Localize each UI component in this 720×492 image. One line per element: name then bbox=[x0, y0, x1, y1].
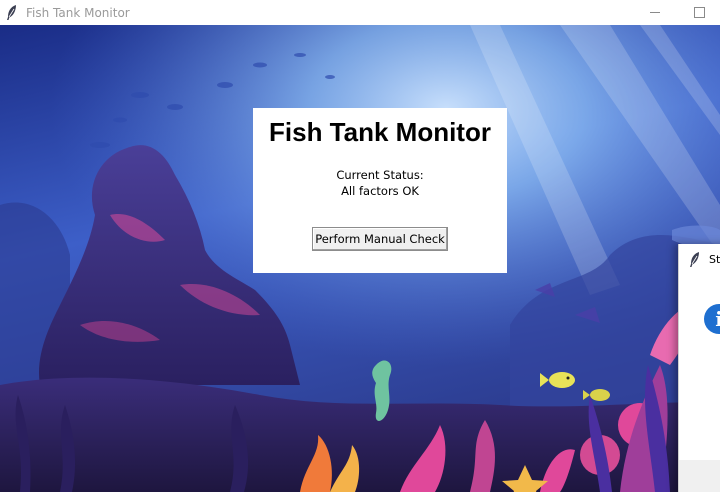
minimize-button[interactable] bbox=[632, 0, 678, 25]
dialog-title: St bbox=[709, 253, 720, 266]
maximize-button[interactable] bbox=[676, 0, 720, 25]
title-bar[interactable]: Fish Tank Monitor bbox=[0, 0, 720, 25]
info-icon: i bbox=[704, 304, 720, 334]
feather-icon bbox=[689, 252, 703, 267]
feather-icon bbox=[4, 5, 20, 21]
page-title: Fish Tank Monitor bbox=[269, 117, 491, 147]
maximize-icon bbox=[693, 7, 705, 18]
status-dialog[interactable]: St i bbox=[678, 244, 720, 492]
window-title: Fish Tank Monitor bbox=[26, 5, 130, 20]
dialog-footer bbox=[679, 460, 720, 492]
manual-check-button[interactable]: Perform Manual Check bbox=[312, 227, 448, 251]
status-value: All factors OK bbox=[341, 184, 419, 198]
minimize-icon bbox=[650, 12, 660, 13]
app-window: Fish Tank Monitor Fish Tank Monitor Curr… bbox=[0, 0, 720, 492]
status-panel: Fish Tank Monitor Current Status: All fa… bbox=[253, 108, 507, 273]
status-label: Current Status: bbox=[336, 168, 424, 182]
